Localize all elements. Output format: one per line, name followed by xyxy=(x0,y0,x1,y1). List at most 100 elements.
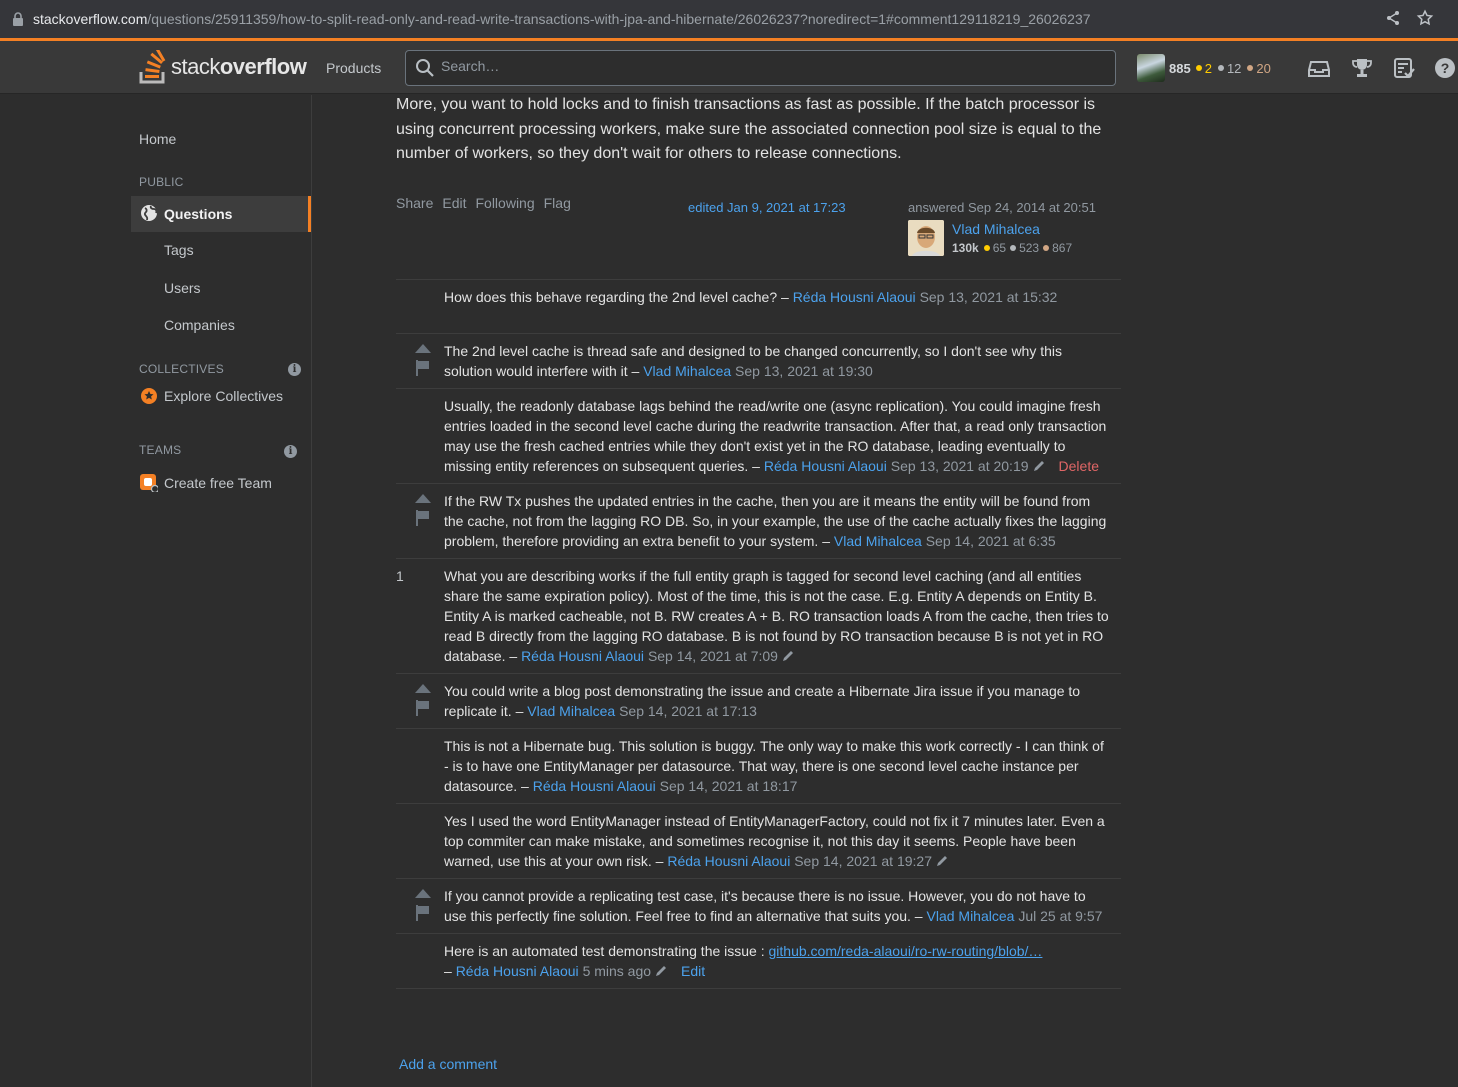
flag-icon[interactable] xyxy=(416,360,430,376)
comment-user[interactable]: Vlad Mihalcea xyxy=(834,533,922,549)
help-icon[interactable]: ? xyxy=(1434,57,1456,79)
comment-actions xyxy=(414,888,434,928)
comment: You could write a blog post demonstratin… xyxy=(396,674,1121,729)
flag-icon[interactable] xyxy=(416,510,430,526)
comment-user[interactable]: Réda Housni Alaoui xyxy=(521,648,644,664)
user-card[interactable]: 885 2 12 20 xyxy=(1137,53,1277,83)
upvote-icon[interactable] xyxy=(414,888,432,898)
sidebar-item-tags[interactable]: Tags xyxy=(164,242,194,258)
comment-text: How does this behave regarding the 2nd l… xyxy=(444,289,789,305)
comment-date[interactable]: Jul 25 at 9:57 xyxy=(1018,908,1102,924)
comment-date[interactable]: Sep 13, 2021 at 19:30 xyxy=(735,363,873,379)
sidebar-item-companies[interactable]: Companies xyxy=(164,317,235,333)
comment-delete-link[interactable]: Delete xyxy=(1059,458,1099,474)
review-queues-icon[interactable] xyxy=(1393,57,1415,79)
comment-actions xyxy=(414,493,434,533)
bronze-badges: 20 xyxy=(1247,61,1271,76)
answer-body: More, you want to hold locks and to fini… xyxy=(396,96,1102,162)
url-host: stackoverflow.com xyxy=(33,11,148,27)
sidebar-item-explore-collectives[interactable]: Explore Collectives xyxy=(164,388,283,404)
comment-user[interactable]: Réda Housni Alaoui xyxy=(764,458,887,474)
share-icon[interactable] xyxy=(1385,10,1401,26)
upvote-icon[interactable] xyxy=(414,343,432,353)
stackoverflow-logo[interactable]: stackoverflow xyxy=(139,49,307,85)
browser-url-bar: stackoverflow.com/questions/25911359/how… xyxy=(0,0,1458,38)
search-box[interactable] xyxy=(405,50,1116,86)
post-menu: Share Edit Following Flag xyxy=(396,195,571,211)
comment-date[interactable]: Sep 13, 2021 at 20:19 xyxy=(891,458,1029,474)
comment-date[interactable]: Sep 14, 2021 at 7:09 xyxy=(648,648,778,664)
comments-list: How does this behave regarding the 2nd l… xyxy=(396,279,1121,989)
flag-icon[interactable] xyxy=(416,905,430,921)
url-text[interactable]: stackoverflow.com/questions/25911359/how… xyxy=(33,11,1091,27)
comment-user[interactable]: Réda Housni Alaoui xyxy=(533,778,656,794)
comment-user[interactable]: Réda Housni Alaoui xyxy=(667,853,790,869)
avatar[interactable] xyxy=(1137,54,1165,82)
comment-edit-link[interactable]: Edit xyxy=(681,963,705,979)
search-input[interactable] xyxy=(441,58,1041,74)
upvote-icon[interactable] xyxy=(414,493,432,503)
comment-user[interactable]: Réda Housni Alaoui xyxy=(793,289,916,305)
products-link[interactable]: Products xyxy=(326,60,381,76)
site-header: stackoverflow Products 885 2 12 20 ? xyxy=(0,41,1458,94)
sidebar-heading-collectives: COLLECTIVES xyxy=(139,362,224,376)
collectives-info-icon[interactable]: i xyxy=(288,363,301,376)
author-avatar[interactable] xyxy=(908,220,944,256)
flag-icon[interactable] xyxy=(416,700,430,716)
lock-icon xyxy=(13,12,23,26)
flag-link[interactable]: Flag xyxy=(544,195,571,211)
globe-icon xyxy=(141,205,158,221)
comment-date[interactable]: 5 mins ago xyxy=(583,963,651,979)
sidebar-item-questions[interactable]: Questions xyxy=(131,196,311,232)
sidebar-item-create-team[interactable]: Create free Team xyxy=(164,475,272,491)
edited-pencil-icon xyxy=(782,651,793,661)
comment-user[interactable]: Vlad Mihalcea xyxy=(643,363,731,379)
comment: 1 What you are describing works if the f… xyxy=(396,559,1121,674)
comment: The 2nd level cache is thread safe and d… xyxy=(396,334,1121,389)
comment-score: 1 xyxy=(396,568,404,584)
logo-text-light: stack xyxy=(171,54,220,79)
upvote-icon[interactable] xyxy=(414,683,432,693)
comment: If the RW Tx pushes the updated entries … xyxy=(396,484,1121,559)
author-name[interactable]: Vlad Mihalcea xyxy=(952,221,1040,237)
sidebar-item-home[interactable]: Home xyxy=(139,131,176,147)
comment-user[interactable]: Réda Housni Alaoui xyxy=(456,963,579,979)
sidebar-item-users[interactable]: Users xyxy=(164,280,201,296)
comment-user[interactable]: Vlad Mihalcea xyxy=(527,703,615,719)
comment-date[interactable]: Sep 14, 2021 at 19:27 xyxy=(794,853,932,869)
answered-timestamp: answered Sep 24, 2014 at 20:51 xyxy=(908,200,1096,215)
author-gold: 65 xyxy=(983,241,1006,255)
author-reputation: 130k 65 523 867 xyxy=(952,241,1078,255)
teams-info-icon[interactable]: i xyxy=(284,445,297,458)
comment-user[interactable]: Vlad Mihalcea xyxy=(927,908,1015,924)
edit-link[interactable]: Edit xyxy=(442,195,466,211)
collectives-icon xyxy=(141,388,157,404)
edited-timestamp[interactable]: edited Jan 9, 2021 at 17:23 xyxy=(688,200,846,215)
inbox-icon[interactable] xyxy=(1308,57,1330,79)
logo-text: stackoverflow xyxy=(171,54,307,80)
comment-date[interactable]: Sep 14, 2021 at 17:13 xyxy=(619,703,757,719)
comment-date[interactable]: Sep 14, 2021 at 6:35 xyxy=(926,533,1056,549)
add-comment-link[interactable]: Add a comment xyxy=(399,1056,497,1072)
comment: Usually, the readonly database lags behi… xyxy=(396,389,1121,484)
comment-date[interactable]: Sep 13, 2021 at 15:32 xyxy=(920,289,1058,305)
achievements-trophy-icon[interactable] xyxy=(1351,57,1373,79)
author-rep-score: 130k xyxy=(952,241,979,255)
share-link[interactable]: Share xyxy=(396,195,433,211)
stack-logo-icon xyxy=(139,50,166,84)
comment-github-link[interactable]: github.com/reda-alaoui/ro-rw-routing/blo… xyxy=(769,943,1043,959)
author-avatar-image xyxy=(908,220,944,256)
edited-pencil-icon xyxy=(1033,461,1044,471)
sidebar-heading-public: PUBLIC xyxy=(139,175,184,189)
comment: Yes I used the word EntityManager instea… xyxy=(396,804,1121,879)
bookmark-star-icon[interactable] xyxy=(1416,9,1434,27)
comment-date[interactable]: Sep 14, 2021 at 18:17 xyxy=(660,778,798,794)
follow-link[interactable]: Following xyxy=(475,195,534,211)
sidebar-item-questions-label: Questions xyxy=(164,206,233,222)
search-icon xyxy=(416,59,434,77)
reputation: 885 xyxy=(1169,60,1191,76)
gold-badges: 2 xyxy=(1195,61,1212,76)
url-path: /questions/25911359/how-to-split-read-on… xyxy=(147,11,1091,27)
comment-dash: – xyxy=(444,963,452,979)
author-silver: 523 xyxy=(1010,241,1039,255)
